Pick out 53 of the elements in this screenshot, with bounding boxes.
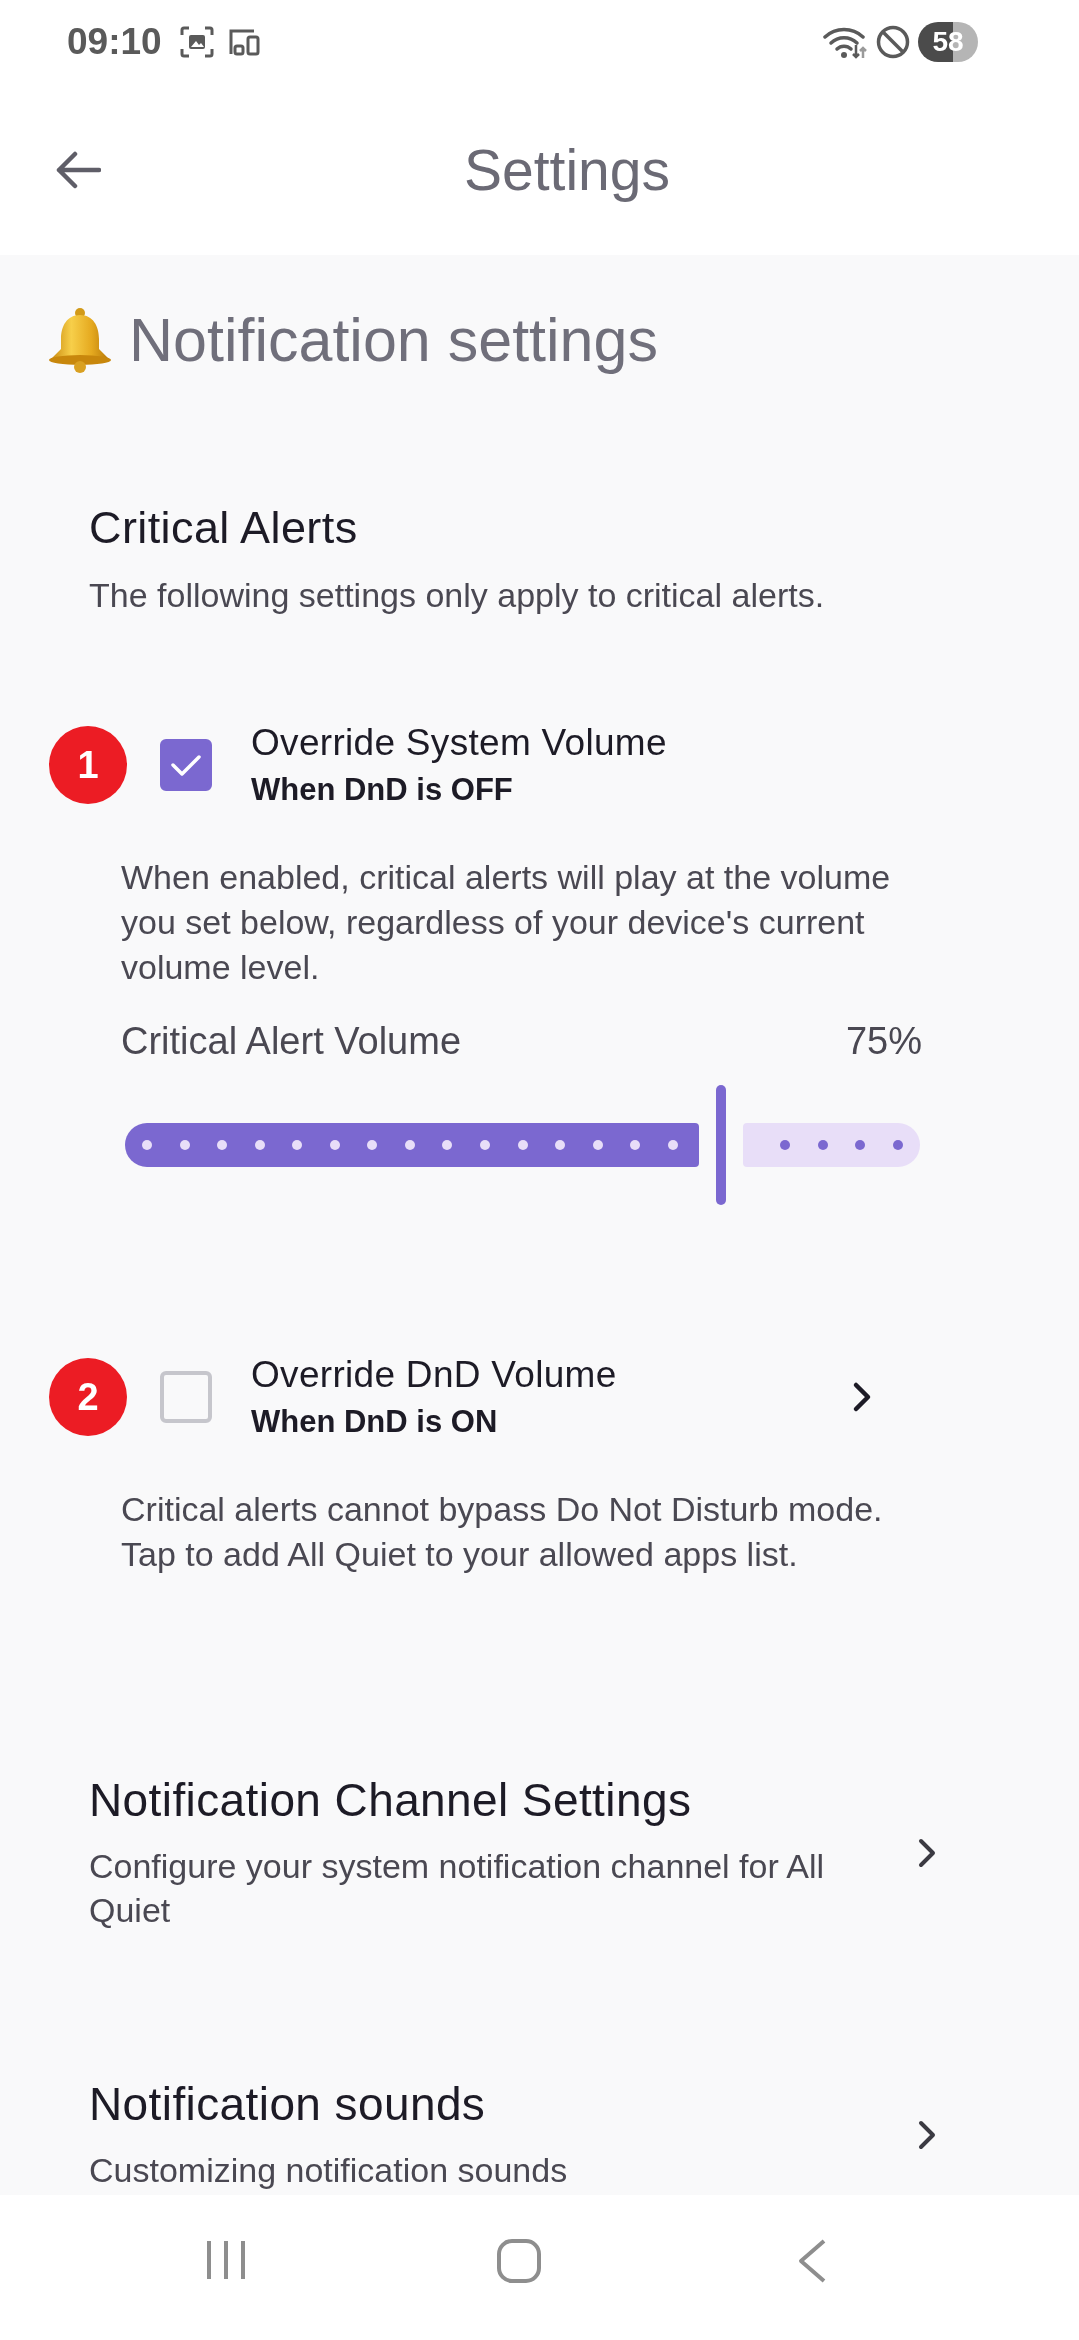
back-icon[interactable] — [797, 2239, 826, 2283]
setting-link-title[interactable]: Notification sounds — [89, 2077, 486, 2131]
checkbox[interactable] — [160, 739, 212, 791]
option-description: Critical alerts cannot bypass Do Not Disturb mode. Tap to add All Quiet to your allowed apps list. — [121, 1489, 884, 1575]
option-title: Override System Volume — [251, 721, 667, 765]
chevron-right-icon[interactable] — [917, 1836, 937, 1869]
section-title: Critical Alerts — [88, 501, 358, 555]
checkbox[interactable] — [160, 1371, 212, 1423]
slider-stop-icon — [292, 1140, 303, 1150]
slider-stop-icon — [479, 1140, 490, 1150]
step-number-badge: 2 — [49, 1358, 127, 1436]
slider-label: Critical Alert Volume — [121, 1019, 461, 1063]
back-arrow-icon[interactable] — [55, 150, 101, 189]
slider-stop-icon — [404, 1140, 415, 1150]
chevron-right-icon[interactable] — [917, 2118, 937, 2151]
status-time: 09:10 — [67, 21, 162, 63]
page-heading: Notification settings — [129, 305, 658, 375]
wifi-icon — [823, 25, 868, 59]
slider-stop-icon — [667, 1140, 678, 1150]
slider-stop-icon — [517, 1140, 528, 1150]
home-icon[interactable] — [496, 2239, 541, 2283]
recent-apps-icon[interactable] — [205, 2239, 246, 2281]
slider-thumb[interactable] — [716, 1085, 727, 1205]
slider-stop-icon — [329, 1140, 340, 1150]
screenshot-icon — [179, 26, 214, 58]
option-description: When enabled, critical alerts will play at the volume you set below, regardless of your device's current volume level. — [121, 857, 892, 988]
slider-stop-icon — [855, 1140, 866, 1150]
screen-title: Settings — [464, 136, 670, 203]
slider-stop-icon — [142, 1140, 152, 1150]
slider-stop-icon — [217, 1140, 228, 1150]
do-not-disturb-icon — [876, 25, 910, 59]
slider-stop-icon — [817, 1140, 828, 1150]
option-subtitle: When DnD is OFF — [251, 771, 513, 809]
step-number-badge: 1 — [49, 726, 127, 804]
slider-stop-icon — [179, 1140, 190, 1150]
slider-stop-icon — [592, 1140, 603, 1150]
checkmark-icon — [171, 754, 201, 776]
setting-link-description: Configure your system notification channel for All Quiet — [89, 1846, 826, 1931]
chevron-right-icon[interactable] — [852, 1381, 872, 1413]
setting-link-title[interactable]: Notification Channel Settings — [89, 1773, 692, 1827]
slider-stop-icon — [442, 1140, 453, 1150]
slider-stop-icon — [893, 1140, 903, 1150]
slider-stop-icon — [254, 1140, 265, 1150]
slider-stop-icon — [780, 1140, 791, 1150]
section-description: The following settings only apply to critical alerts. — [88, 575, 825, 615]
option-subtitle: When DnD is ON — [251, 1403, 498, 1441]
volume-slider-track[interactable] — [125, 1085, 920, 1205]
slider-stop-icon — [367, 1140, 378, 1150]
slider-stop-icon — [630, 1140, 641, 1150]
setting-link-description: Customizing notification sounds — [89, 2150, 568, 2191]
option-title: Override DnD Volume — [251, 1353, 617, 1397]
slider-value: 75% — [845, 1019, 922, 1063]
slider-stop-icon — [555, 1140, 566, 1150]
